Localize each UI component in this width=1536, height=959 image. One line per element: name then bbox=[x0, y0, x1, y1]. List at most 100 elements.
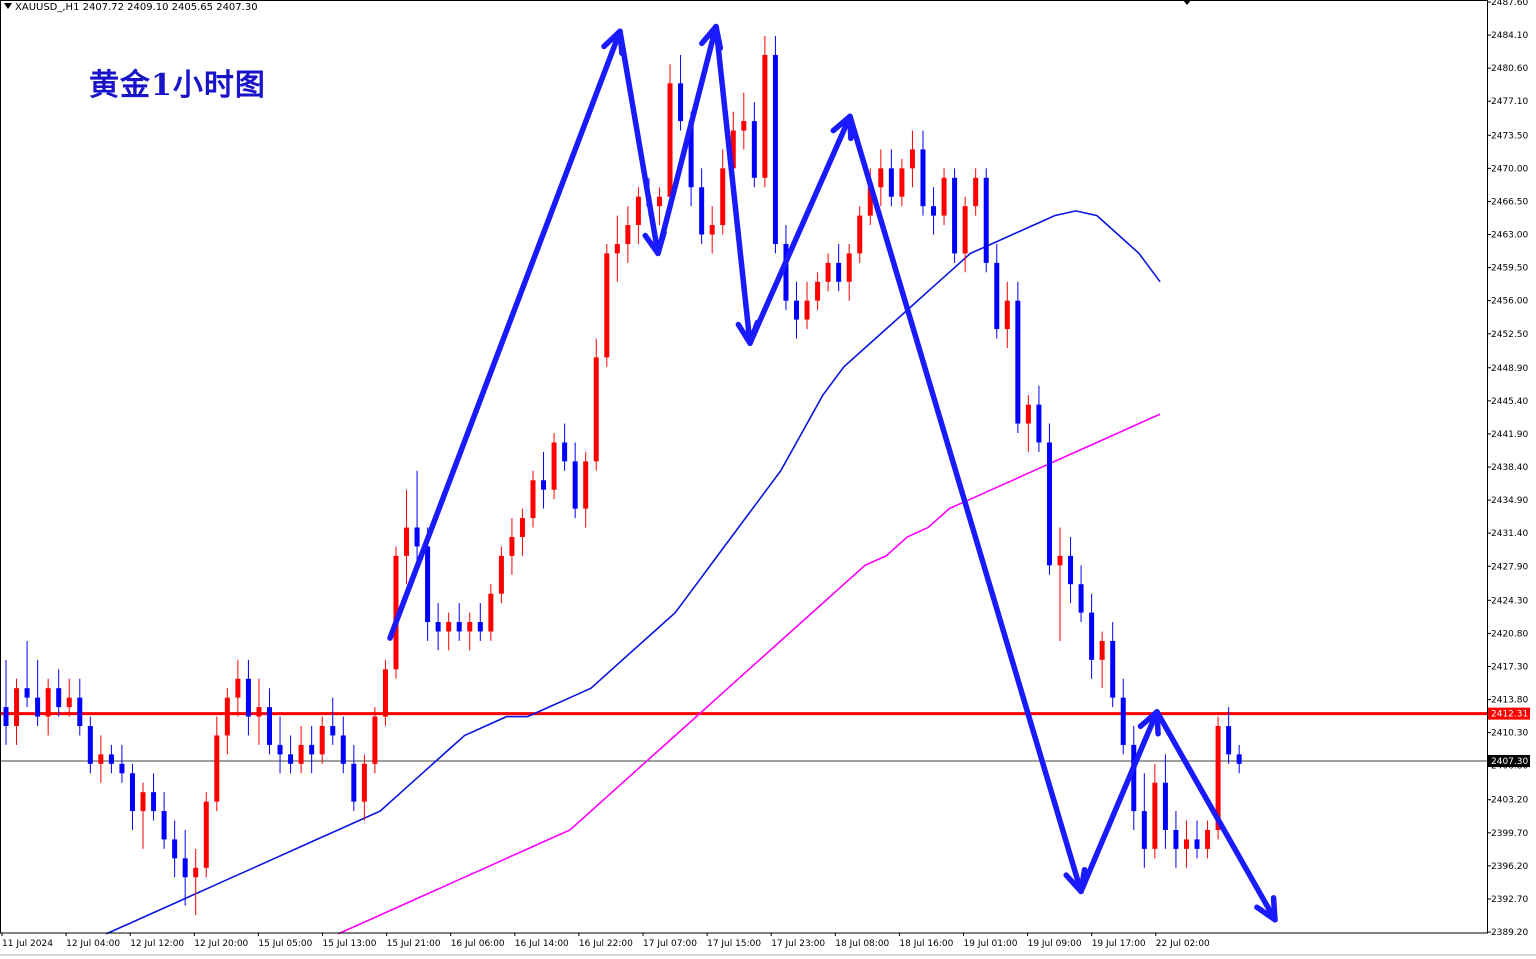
x-tick-label: 16 Jul 06:00 bbox=[451, 939, 505, 949]
candle-body bbox=[235, 678, 241, 698]
y-tick-label: 2477.10 bbox=[1491, 97, 1528, 107]
arrow-shaft bbox=[1078, 709, 1160, 895]
candle bbox=[77, 678, 83, 736]
candle bbox=[519, 508, 525, 556]
candle bbox=[541, 451, 547, 509]
candle bbox=[720, 149, 726, 235]
candle-body bbox=[1152, 782, 1158, 849]
candle bbox=[1205, 820, 1211, 859]
candle-body bbox=[635, 196, 641, 226]
candle bbox=[298, 726, 304, 774]
candle-body bbox=[56, 688, 62, 708]
candle-body bbox=[372, 716, 378, 764]
y-tick-label: 2410.30 bbox=[1491, 729, 1528, 739]
candle-body bbox=[288, 754, 294, 764]
candle bbox=[656, 187, 662, 226]
candle bbox=[193, 848, 199, 916]
candle-body bbox=[3, 707, 9, 727]
candle bbox=[762, 36, 768, 188]
candle bbox=[372, 707, 378, 774]
candle-body bbox=[678, 83, 684, 122]
candle bbox=[414, 470, 420, 566]
candle bbox=[1120, 678, 1126, 755]
candle bbox=[1036, 385, 1042, 452]
candle-body bbox=[98, 754, 104, 764]
candle-body bbox=[720, 168, 726, 226]
candle-body bbox=[172, 839, 178, 859]
y-tick-label: 2480.60 bbox=[1491, 64, 1528, 74]
candle bbox=[530, 470, 536, 528]
candle-body bbox=[193, 867, 199, 878]
candle-body bbox=[119, 763, 125, 774]
x-tick-label: 19 Jul 17:00 bbox=[1092, 939, 1146, 949]
candle bbox=[108, 744, 114, 774]
candle-body bbox=[1194, 839, 1200, 849]
candle-body bbox=[498, 555, 504, 594]
candle bbox=[340, 716, 346, 774]
candle bbox=[836, 243, 842, 292]
candle bbox=[1162, 754, 1168, 849]
trend-arrow bbox=[655, 23, 724, 257]
candle-body bbox=[994, 262, 1000, 330]
candle-body bbox=[878, 168, 884, 188]
candle-body bbox=[267, 707, 272, 745]
candle bbox=[351, 744, 357, 812]
candle-body bbox=[772, 54, 778, 244]
candle-body bbox=[488, 593, 494, 632]
candle bbox=[1194, 820, 1200, 859]
candle bbox=[625, 206, 631, 263]
candle-body bbox=[541, 480, 547, 490]
candle bbox=[994, 243, 1000, 339]
candle bbox=[815, 272, 821, 311]
candle bbox=[741, 92, 747, 150]
x-tick-label: 12 Jul 20:00 bbox=[194, 939, 248, 949]
candle bbox=[330, 697, 336, 745]
candle-body bbox=[909, 149, 915, 169]
candle-body bbox=[1162, 782, 1168, 830]
candle-body bbox=[667, 83, 673, 197]
candle-body bbox=[1068, 555, 1074, 585]
candle bbox=[382, 659, 388, 727]
candle bbox=[267, 688, 272, 755]
candle-body bbox=[973, 177, 979, 207]
current-price-tag: 2407.30 bbox=[1488, 754, 1530, 767]
candle-body bbox=[815, 281, 821, 301]
candle-body bbox=[203, 801, 209, 868]
candle-body bbox=[161, 811, 167, 840]
y-tick-label: 2392.70 bbox=[1491, 895, 1528, 905]
candle bbox=[256, 678, 262, 745]
y-tick-label: 2466.50 bbox=[1491, 197, 1528, 207]
candle-body bbox=[224, 697, 230, 736]
candle bbox=[1173, 811, 1179, 868]
candle-body bbox=[1078, 584, 1084, 613]
candle-body bbox=[1036, 404, 1042, 443]
candle-body bbox=[614, 243, 620, 254]
candle bbox=[899, 158, 905, 207]
candle bbox=[931, 187, 937, 235]
candle bbox=[635, 187, 641, 244]
candle-body bbox=[1025, 404, 1031, 424]
y-tick-label: 2456.00 bbox=[1491, 297, 1528, 307]
x-tick-label: 11 Jul 2024 bbox=[2, 939, 53, 949]
y-tick-label: 2427.90 bbox=[1491, 562, 1528, 572]
scroll-marker-icon bbox=[1183, 0, 1191, 5]
candle-body bbox=[319, 726, 325, 755]
candle-body bbox=[519, 518, 525, 537]
candle bbox=[235, 659, 241, 717]
candle-body bbox=[1183, 839, 1189, 849]
slow-ma-line bbox=[337, 413, 1161, 935]
candle-body bbox=[1057, 555, 1063, 566]
candle bbox=[1015, 281, 1021, 434]
x-tick-label: 12 Jul 04:00 bbox=[66, 939, 120, 949]
candle bbox=[361, 754, 367, 821]
candle-body bbox=[1205, 829, 1211, 849]
price-tag-label: 2407.30 bbox=[1491, 757, 1528, 767]
price-tag-label: 2412.31 bbox=[1491, 710, 1528, 720]
candle bbox=[709, 206, 715, 254]
candle-body bbox=[361, 763, 367, 802]
candle bbox=[772, 36, 778, 254]
candle-body bbox=[583, 461, 589, 509]
candle bbox=[172, 820, 178, 878]
candle bbox=[1004, 281, 1010, 348]
candle-body bbox=[1236, 754, 1242, 764]
